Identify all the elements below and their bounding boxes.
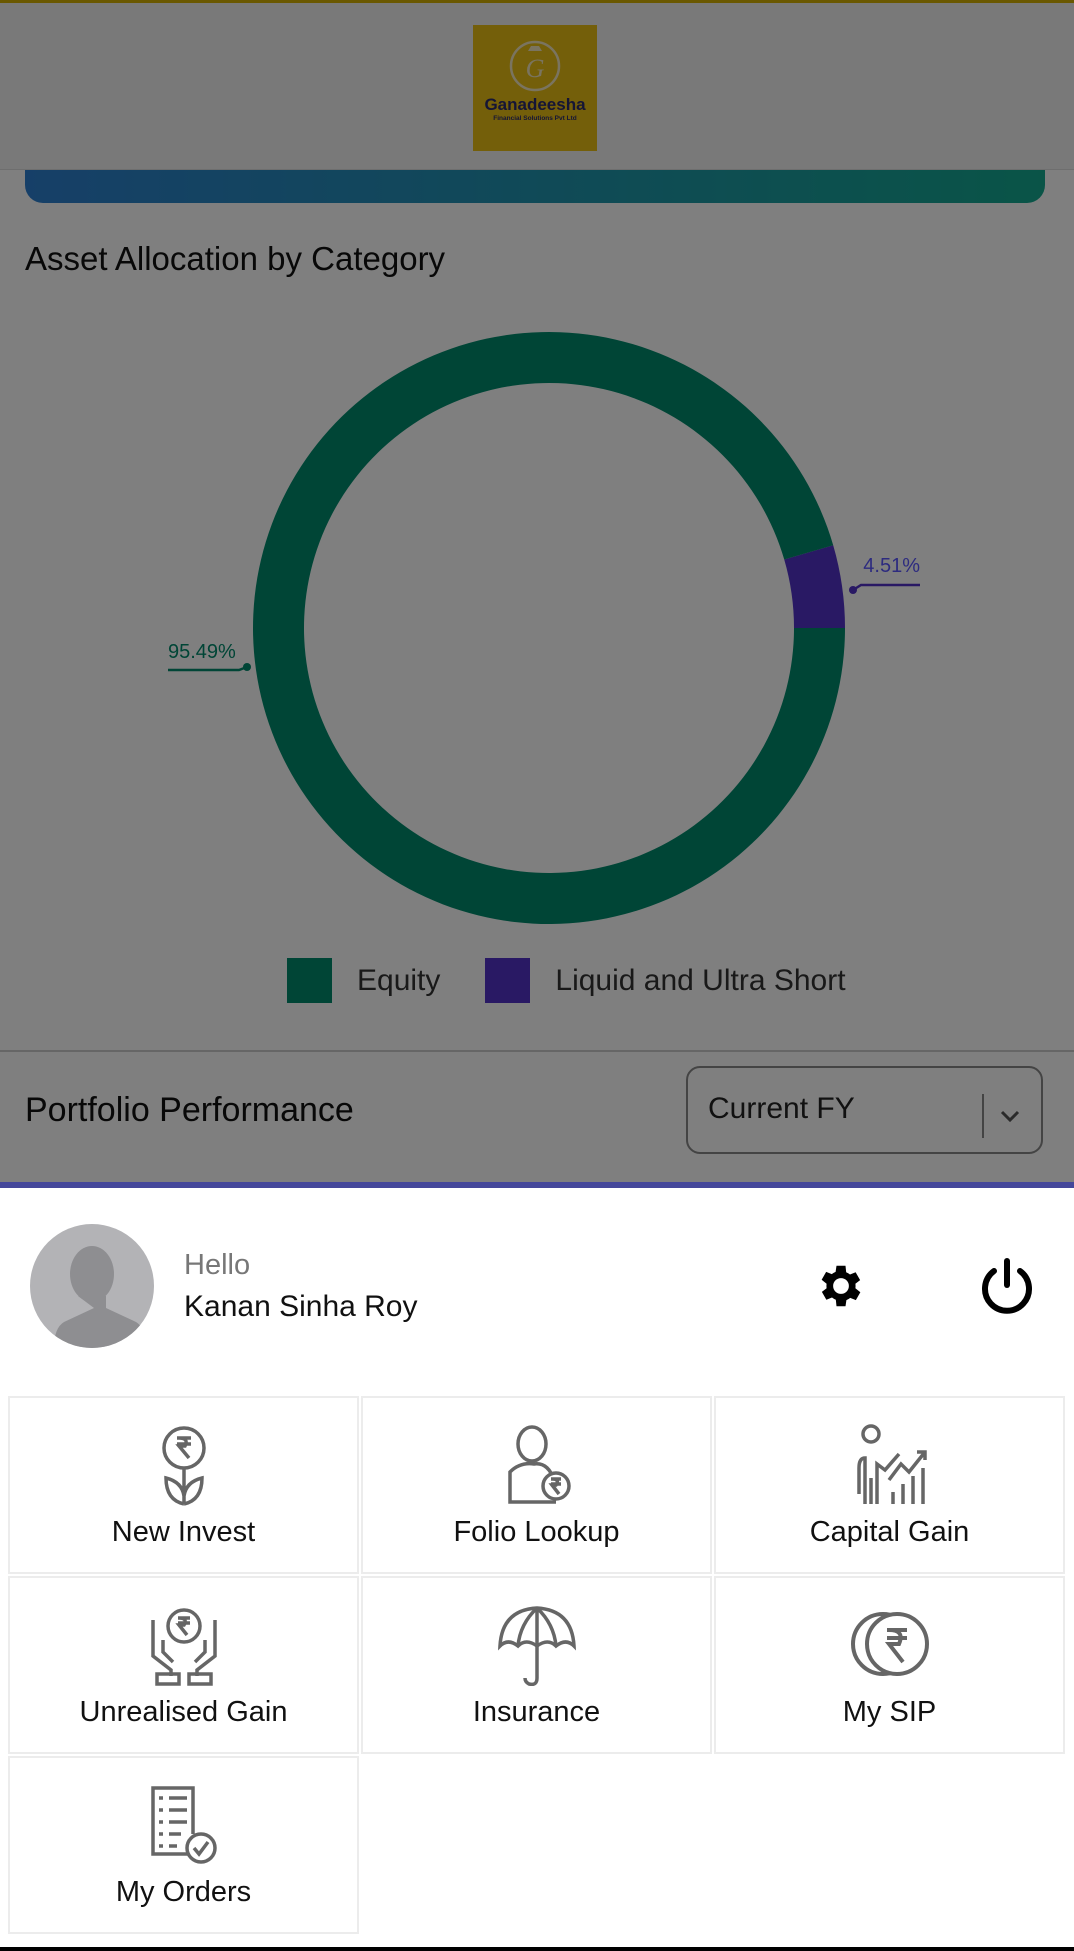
user-silhouette-icon: [54, 1246, 146, 1348]
menu-item-unrealised-gain[interactable]: Unrealised Gain: [8, 1576, 359, 1754]
hands-rupee-icon: [150, 1608, 217, 1686]
rupee-coins-icon: [850, 1612, 929, 1676]
menu-item-insurance[interactable]: Insurance: [361, 1576, 712, 1754]
menu-item-new-invest[interactable]: New Invest: [8, 1396, 359, 1574]
rupee-plant-icon: [161, 1426, 206, 1506]
modal-overlay[interactable]: [0, 0, 1074, 1184]
menu-item-my-orders[interactable]: My Orders: [8, 1756, 359, 1934]
menu-item-my-sip[interactable]: My SIP: [714, 1576, 1065, 1754]
menu-item-capital-gain[interactable]: Capital Gain: [714, 1396, 1065, 1574]
growth-chart-icon: [856, 1424, 927, 1504]
greeting: Hello: [184, 1249, 251, 1281]
gear-icon[interactable]: [814, 1259, 868, 1313]
menu-item-folio-lookup[interactable]: Folio Lookup: [361, 1396, 712, 1574]
order-list-icon: [150, 1786, 217, 1864]
menu-grid: New Invest Folio Lookup Capital Gain Unr…: [8, 1396, 1065, 1934]
user-rupee-icon: [507, 1425, 571, 1504]
power-icon[interactable]: [978, 1257, 1036, 1317]
avatar: [30, 1224, 154, 1348]
umbrella-icon: [497, 1606, 576, 1686]
system-nav-bar: [0, 1947, 1074, 1951]
user-name: Kanan Sinha Roy: [184, 1290, 418, 1323]
